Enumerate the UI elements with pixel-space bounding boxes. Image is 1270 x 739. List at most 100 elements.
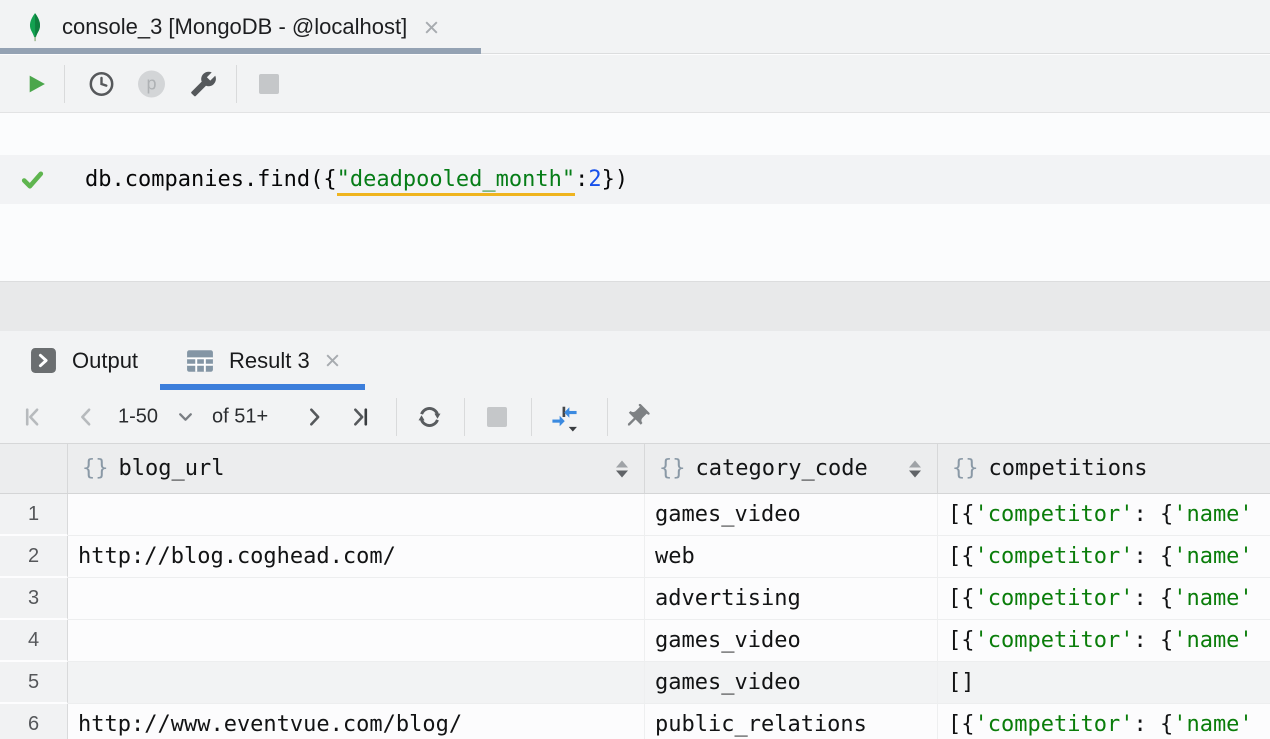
json-string-segment: 'name' (1173, 544, 1252, 569)
cell-category-code[interactable]: games_video (645, 620, 938, 662)
editor-results-splitter[interactable] (0, 281, 1270, 331)
editor-tab-close-icon[interactable] (423, 19, 440, 36)
json-plain-segment: [{ (948, 586, 975, 611)
cell-competitions[interactable]: [{'competitor': {'name' (938, 494, 1270, 536)
previous-page-icon (74, 404, 99, 429)
last-page-button[interactable] (346, 404, 371, 429)
parameters-letter: p (146, 73, 156, 94)
pin-tab-button[interactable] (622, 402, 651, 431)
json-string-segment: 'competitor' (975, 502, 1134, 527)
table-row: 1games_video[{'competitor': {'name' (0, 494, 1270, 536)
toolbar-separator (236, 65, 237, 103)
code-string-key: "deadpooled_month" (337, 167, 575, 196)
code-number: 2 (588, 167, 601, 192)
page-range-dropdown[interactable]: 1-50 (118, 405, 158, 428)
editor-tab-underline (0, 48, 481, 54)
json-plain-segment: : { (1133, 586, 1173, 611)
mongodb-console-window: console_3 [MongoDB - @localhost] p (0, 0, 1270, 739)
json-string-segment: 'competitor' (975, 628, 1134, 653)
cell-competitions[interactable]: [] (938, 662, 1270, 704)
json-plain-segment: [] (948, 670, 975, 695)
mongodb-leaf-icon (22, 12, 48, 42)
first-page-icon (22, 404, 47, 429)
row-number[interactable]: 4 (0, 620, 68, 662)
row-number[interactable]: 5 (0, 662, 68, 704)
cell-category-code[interactable]: advertising (645, 578, 938, 620)
grid-body: 1games_video[{'competitor': {'name'2http… (0, 494, 1270, 739)
json-string-segment: 'name' (1173, 502, 1252, 527)
result-grid-icon (186, 348, 214, 374)
column-name: competitions (989, 456, 1148, 481)
total-rows-label: of 51+ (212, 405, 268, 428)
parameters-button: p (138, 70, 165, 97)
tab-result-3[interactable]: Result 3 (186, 331, 341, 390)
table-row: 2http://blog.coghead.com/web[{'competito… (0, 536, 1270, 578)
cell-blog-url[interactable] (68, 620, 645, 662)
table-row: 6http://www.eventvue.com/blog/public_rel… (0, 704, 1270, 739)
statement-executed-check-icon (20, 167, 45, 197)
column-header-competitions[interactable]: {} competitions (938, 444, 1270, 493)
json-string-segment: 'competitor' (975, 712, 1134, 737)
json-string-segment: 'name' (1173, 628, 1252, 653)
json-plain-segment: [{ (948, 502, 975, 527)
code-plain: db.companies.find({ (85, 167, 337, 192)
cell-blog-url[interactable] (68, 578, 645, 620)
column-header-category-code[interactable]: {} category_code (645, 444, 938, 493)
cell-category-code[interactable]: web (645, 536, 938, 578)
output-console-icon (30, 347, 57, 374)
cell-category-code[interactable]: public_relations (645, 704, 938, 739)
sort-toggle-icon[interactable] (909, 460, 921, 477)
query-editor[interactable]: db.companies.find({"deadpooled_month":2}… (0, 114, 1270, 281)
row-number[interactable]: 1 (0, 494, 68, 536)
refresh-button[interactable] (415, 402, 444, 431)
column-header-blog-url[interactable]: {} blog_url (68, 444, 645, 493)
sync-data-icon[interactable] (550, 402, 579, 431)
json-string-segment: 'name' (1173, 586, 1252, 611)
row-number[interactable]: 6 (0, 704, 68, 739)
result-tab-close-icon[interactable] (324, 352, 341, 369)
cell-competitions[interactable]: [{'competitor': {'name' (938, 620, 1270, 662)
results-tab-bar: Output Result 3 (0, 331, 1270, 390)
row-number[interactable]: 3 (0, 578, 68, 620)
json-plain-segment: : { (1133, 712, 1173, 737)
cell-blog-url[interactable] (68, 662, 645, 704)
json-string-segment: 'competitor' (975, 544, 1134, 569)
tab-console-3[interactable]: console_3 [MongoDB - @localhost] (0, 0, 481, 54)
tab-output[interactable]: Output (30, 331, 138, 390)
cell-category-code[interactable]: games_video (645, 494, 938, 536)
editor-tab-bar: console_3 [MongoDB - @localhost] (0, 0, 1270, 54)
result-pagination-toolbar: 1-50 of 51+ (0, 390, 1270, 444)
cell-category-code[interactable]: games_video (645, 662, 938, 704)
query-code-line[interactable]: db.companies.find({"deadpooled_month":2}… (85, 167, 628, 192)
stop-button (259, 74, 279, 94)
cell-blog-url[interactable]: http://blog.coghead.com/ (68, 536, 645, 578)
cell-competitions[interactable]: [{'competitor': {'name' (938, 578, 1270, 620)
cell-blog-url[interactable] (68, 494, 645, 536)
json-plain-segment: : { (1133, 628, 1173, 653)
json-plain-segment: : { (1133, 502, 1173, 527)
json-plain-segment: [{ (948, 712, 975, 737)
column-name: blog_url (119, 456, 225, 481)
cell-blog-url[interactable]: http://www.eventvue.com/blog/ (68, 704, 645, 739)
cell-competitions[interactable]: [{'competitor': {'name' (938, 536, 1270, 578)
json-plain-segment: [{ (948, 544, 975, 569)
query-history-button[interactable] (88, 70, 115, 97)
json-braces-icon: {} (659, 456, 686, 481)
json-braces-icon: {} (952, 456, 979, 481)
chevron-down-icon[interactable] (176, 407, 195, 426)
table-row: 5 games_video [] (0, 662, 1270, 704)
json-string-segment: 'name' (1173, 712, 1252, 737)
toolbar-separator (531, 398, 532, 436)
row-number[interactable]: 2 (0, 536, 68, 578)
output-tab-label: Output (72, 348, 138, 374)
settings-wrench-button[interactable] (190, 70, 217, 97)
next-page-button[interactable] (302, 404, 327, 429)
cell-competitions[interactable]: [{'competitor': {'name' (938, 704, 1270, 739)
code-plain-suffix: }) (602, 167, 629, 192)
result-tab-label: Result 3 (229, 348, 310, 374)
editor-caret-line: db.companies.find({"deadpooled_month":2}… (0, 155, 1270, 204)
run-button[interactable] (26, 73, 47, 95)
sort-toggle-icon[interactable] (616, 460, 628, 477)
json-plain-segment: : { (1133, 544, 1173, 569)
table-row: 4 games_video[{'competitor': {'name' (0, 620, 1270, 662)
